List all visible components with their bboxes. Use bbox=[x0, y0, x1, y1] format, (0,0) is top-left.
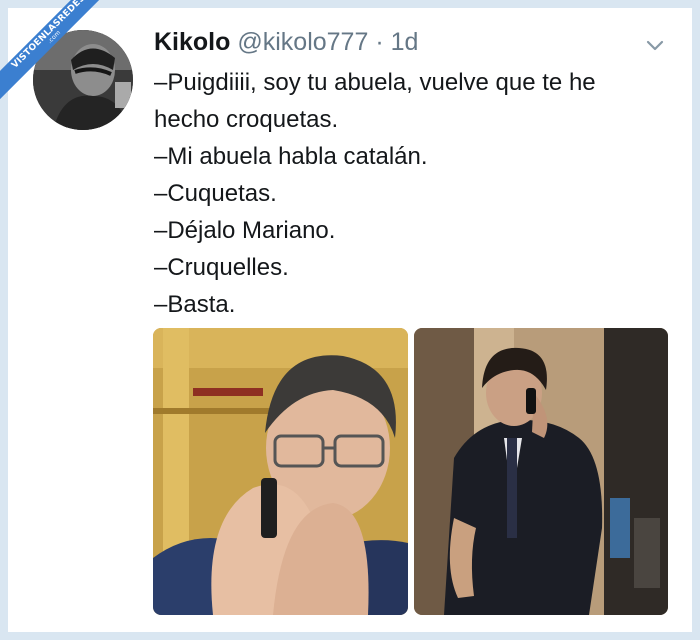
author-handle[interactable]: @kikolo777 bbox=[237, 28, 368, 56]
watermark-band: VISTOENLASREDES .com bbox=[0, 0, 120, 109]
author-name[interactable]: Kikolo bbox=[154, 28, 230, 56]
tweet-line: –Basta. bbox=[154, 291, 236, 318]
tweet-text: –Puigdiiii, soy tu abuela, vuelve que te… bbox=[154, 64, 674, 323]
attached-photo-right[interactable] bbox=[414, 328, 668, 615]
watermark-ribbon: VISTOENLASREDES .com bbox=[0, 0, 120, 120]
tweet-line: hecho croquetas. bbox=[154, 106, 339, 133]
tweet-line: –Mi abuela habla catalán. bbox=[154, 143, 428, 170]
chevron-down-icon[interactable] bbox=[644, 34, 666, 56]
attached-photo-left[interactable] bbox=[153, 328, 408, 615]
tweet-card: VISTOENLASREDES .com Kikolo @kikolo777 ·… bbox=[0, 0, 692, 632]
photo-man-walking-on-phone bbox=[414, 328, 668, 615]
separator: · bbox=[375, 28, 384, 56]
tweet-line: –Déjalo Mariano. bbox=[154, 217, 336, 244]
tweet-line: –Cuquetas. bbox=[154, 180, 277, 207]
tweet-line: –Puigdiiii, soy tu abuela, vuelve que te… bbox=[154, 69, 596, 96]
tweet-header: Kikolo @kikolo777 · 1d bbox=[154, 26, 418, 58]
tweet-line: –Cruquelles. bbox=[154, 254, 289, 281]
timestamp[interactable]: 1d bbox=[391, 28, 419, 56]
photo-man-on-phone bbox=[153, 328, 408, 615]
